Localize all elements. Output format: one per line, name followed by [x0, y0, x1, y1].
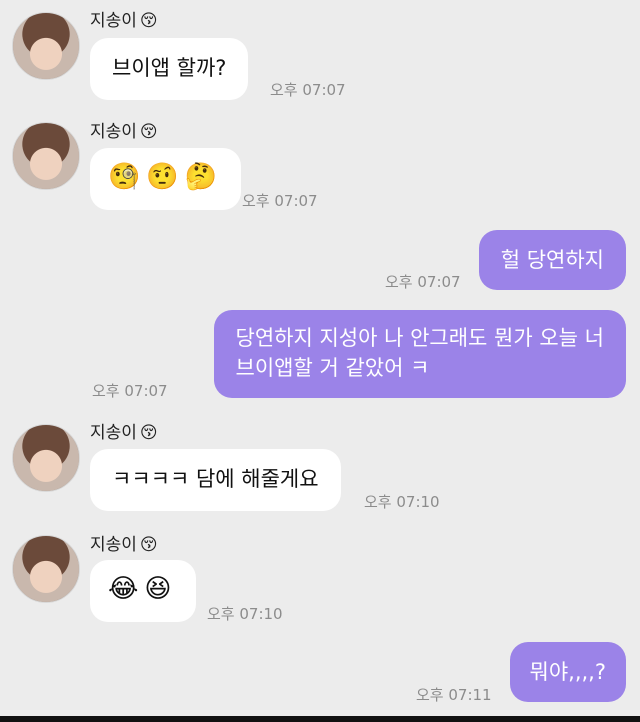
avatar[interactable]: [12, 122, 80, 190]
squinting-face-emoji-icon: 😆: [144, 574, 172, 604]
outgoing-message-bubble[interactable]: 뭐야,,,,?: [509, 642, 626, 702]
outgoing-message-bubble[interactable]: 헐 당연하지: [478, 230, 626, 290]
sender-name: 지송이 😚: [90, 117, 158, 142]
thinking-face-emoji-icon: 🤔: [184, 162, 218, 192]
sender-name-text: 지송이: [90, 535, 137, 555]
avatar[interactable]: [12, 12, 80, 80]
sender-name: 지송이 😚: [90, 6, 158, 31]
message-text-line: 당연하지 지성아 나 안그래도 뭔가 오늘 너: [235, 326, 605, 350]
outgoing-message-bubble[interactable]: 당연하지 지성아 나 안그래도 뭔가 오늘 너 브이앱할 거 같았어 ㅋ: [213, 310, 626, 398]
incoming-message-bubble[interactable]: 브이앱 할까?: [90, 38, 249, 100]
incoming-emoji-bubble[interactable]: 😂 😆: [90, 560, 196, 622]
raised-eyebrow-emoji-icon: 🤨: [146, 162, 179, 192]
sender-name-text: 지송이: [90, 11, 137, 31]
message-text-line: 브이앱할 거 같았어 ㅋ: [235, 356, 430, 380]
kissing-emoji-icon: 😚: [139, 11, 158, 31]
avatar[interactable]: [12, 535, 80, 603]
kissing-emoji-icon: 😚: [139, 535, 158, 555]
sender-name: 지송이 😚: [90, 418, 158, 443]
sender-name-text: 지송이: [90, 122, 137, 142]
sender-name: 지송이 😚: [90, 530, 158, 555]
message-timestamp: 오후 07:10: [364, 493, 440, 511]
message-text: 뭐야,,,,?: [529, 660, 607, 684]
message-text: 브이앱 할까?: [112, 56, 227, 80]
message-timestamp: 오후 07:07: [242, 192, 318, 210]
kissing-emoji-icon: 😚: [139, 122, 158, 142]
message-timestamp: 오후 07:11: [416, 686, 492, 704]
message-timestamp: 오후 07:07: [92, 382, 168, 400]
message-timestamp: 오후 07:07: [385, 273, 461, 291]
message-text: 헐 당연하지: [500, 248, 604, 272]
sender-name-text: 지송이: [90, 423, 137, 443]
tears-of-joy-emoji-icon: 😂: [108, 574, 139, 604]
incoming-message-bubble[interactable]: ㅋㅋㅋㅋ 담에 해줄게요: [90, 449, 341, 511]
avatar[interactable]: [12, 424, 80, 492]
kissing-emoji-icon: 😚: [139, 423, 158, 443]
message-timestamp: 오후 07:10: [207, 605, 283, 623]
bottom-edge-bar: [0, 716, 640, 722]
message-text: ㅋㅋㅋㅋ 담에 해줄게요: [112, 467, 319, 491]
monocle-face-emoji-icon: 🧐: [108, 162, 141, 192]
message-timestamp: 오후 07:07: [270, 81, 346, 99]
incoming-emoji-bubble[interactable]: 🧐 🤨 🤔: [90, 148, 242, 210]
